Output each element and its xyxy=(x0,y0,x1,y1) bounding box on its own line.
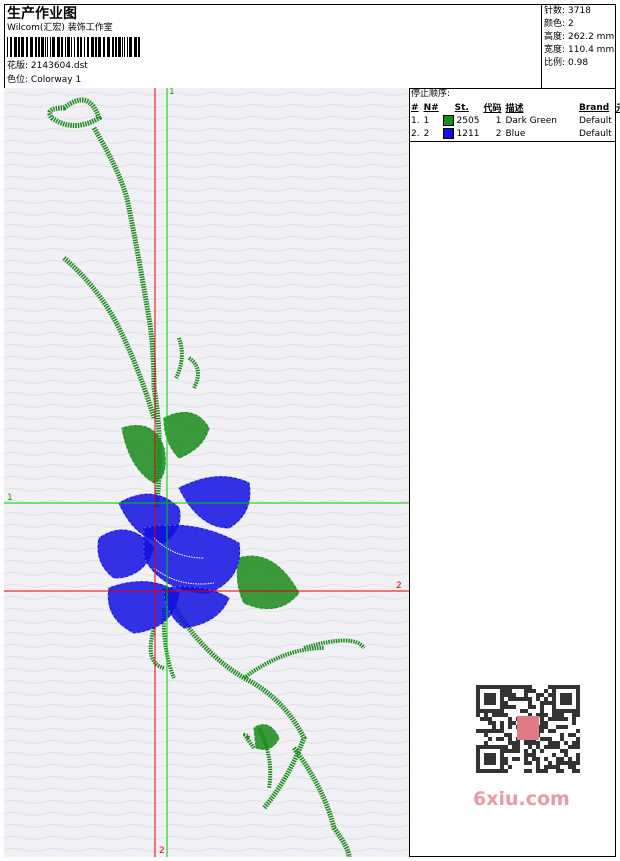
col-description: 描述 xyxy=(505,104,524,114)
stat-scale: 比例: 0.98 xyxy=(544,58,589,68)
stat-colors: 颜色: 2 xyxy=(544,19,574,29)
col-code: 代码 xyxy=(483,104,502,114)
stat-height: 高度: 262.2 mm xyxy=(544,32,615,42)
stop-sequence-table: # N# St. 代码 描述 Brand 元素 1. 1 2505 1 Dark… xyxy=(409,101,620,140)
stop-panel-divider xyxy=(409,141,616,142)
qr-code xyxy=(471,680,586,780)
design-label: 花版: xyxy=(7,61,29,71)
stop-sequence-title: 停止顺序: xyxy=(411,89,451,99)
col-brand: Brand xyxy=(578,102,610,113)
col-index: # xyxy=(411,102,419,113)
table-row: 2. 2 1211 2 Blue Default xyxy=(411,128,612,139)
guide-h1-label: 1 xyxy=(7,493,13,503)
color-swatch xyxy=(442,128,454,139)
col-needle: N# xyxy=(423,102,439,113)
company-name: Wilcom(汇宏) 装饰工作室 xyxy=(7,23,113,33)
col-stitches: St. xyxy=(454,102,469,113)
stop-sequence-panel: 停止顺序: # N# St. 代码 描述 Brand 元素 1. 1 2505 … xyxy=(409,88,620,857)
barcode xyxy=(7,37,141,57)
stat-stitches: 针数: 3718 xyxy=(544,6,591,16)
colorway-label: 色位: xyxy=(7,75,29,85)
guide-h2-label: 2 xyxy=(396,581,402,591)
watermark-text: 6xiu.com xyxy=(473,788,570,810)
design-value: 2143604.dst xyxy=(30,61,88,71)
design-canvas: 1 2 1 2 xyxy=(4,88,410,857)
table-row: 1. 1 2505 1 Dark Green Default xyxy=(411,115,612,126)
color-swatch xyxy=(442,115,454,126)
design-info: 花版: 2143604.dst xyxy=(7,61,88,72)
table-header-row: # N# St. 代码 描述 Brand 元素 xyxy=(409,101,620,115)
page-title: 生产作业图 xyxy=(7,6,77,22)
guide-v2-label: 2 xyxy=(159,846,165,856)
stats-box: 针数: 3718 颜色: 2 高度: 262.2 mm 宽度: 110.4 mm 比例:… xyxy=(541,4,616,88)
col-element: 元素 xyxy=(614,101,620,114)
colorway-info: 色位: Colorway 1 xyxy=(7,75,81,86)
colorway-value: Colorway 1 xyxy=(30,75,82,85)
stat-width: 宽度: 110.4 mm xyxy=(544,45,615,55)
embroidery-preview xyxy=(4,88,409,857)
guide-v1-label: 1 xyxy=(169,88,175,97)
